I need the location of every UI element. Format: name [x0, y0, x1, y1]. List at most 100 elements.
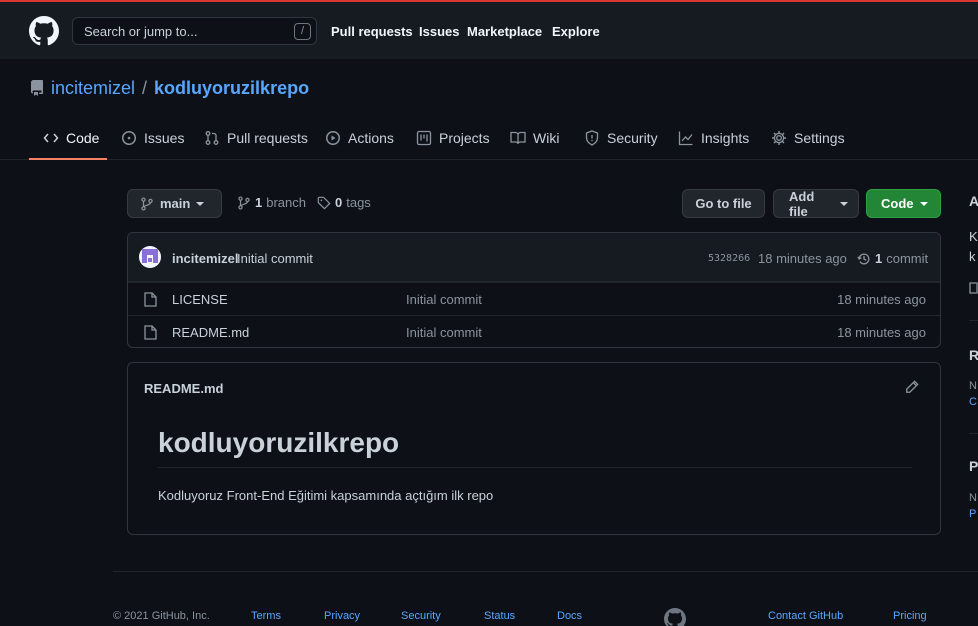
tab-label: Pull requests [227, 130, 308, 146]
tab-actions[interactable]: Actions [325, 118, 394, 160]
sidebar-about-heading: A [969, 193, 978, 209]
tab-label: Issues [144, 130, 185, 146]
tag-count-link[interactable]: 0 tags [317, 195, 371, 210]
issue-icon [122, 131, 136, 145]
branch-count-link[interactable]: 1 branch [237, 195, 306, 210]
nav-pull-requests[interactable]: Pull requests [331, 24, 413, 39]
sidebar-about-line: k [969, 249, 976, 264]
project-icon [416, 130, 432, 146]
sidebar-divider [969, 433, 978, 434]
tab-label: Settings [794, 130, 845, 146]
add-file-label: Add file [789, 188, 815, 219]
commit-message[interactable]: Initial commit [237, 251, 313, 266]
tab-pull-requests[interactable]: Pull requests [204, 118, 308, 160]
tab-label: Wiki [533, 130, 560, 146]
history-icon [857, 253, 870, 264]
code-button[interactable]: Code [866, 189, 941, 218]
file-commit-message[interactable]: Initial commit [406, 292, 482, 307]
commit-sha[interactable]: 5328266 [708, 253, 750, 264]
graph-icon [678, 131, 693, 146]
nav-explore[interactable]: Explore [552, 24, 600, 39]
repo-name-link[interactable]: kodluyoruzilkrepo [154, 78, 309, 99]
tab-label: Insights [701, 130, 750, 146]
tab-insights[interactable]: Insights [678, 118, 749, 160]
code-icon [43, 133, 59, 143]
footer-link-terms[interactable]: Terms [251, 610, 281, 622]
file-icon [144, 325, 157, 340]
pull-request-icon [205, 131, 219, 145]
branch-word: branch [266, 195, 306, 210]
go-to-file-button[interactable]: Go to file [682, 189, 765, 218]
slash-shortcut-key: / [294, 23, 311, 40]
search-input[interactable]: Search or jump to... / [72, 17, 317, 45]
readme-paragraph: Kodluyoruz Front-End Eğitimi kapsamında … [158, 488, 494, 503]
table-row: LICENSE Initial commit 18 minutes ago [128, 282, 940, 315]
go-to-file-label: Go to file [695, 196, 752, 211]
footer-link-contact[interactable]: Contact GitHub [768, 610, 843, 622]
github-footer-logo-icon[interactable] [664, 608, 686, 626]
pencil-icon[interactable] [905, 380, 919, 394]
branch-icon [141, 196, 153, 211]
sidebar-packages-heading[interactable]: P [969, 458, 978, 474]
commit-author[interactable]: incitemizel [172, 251, 238, 266]
repo-icon [29, 80, 45, 96]
breadcrumb-separator: / [142, 77, 148, 98]
tab-label: Actions [348, 130, 394, 146]
tab-label: Code [66, 130, 100, 146]
repo-tab-bar: Code Issues Pull requests Actions Projec… [0, 118, 978, 160]
tag-icon [317, 196, 331, 210]
add-file-button[interactable]: Add file [773, 188, 859, 219]
global-header: Search or jump to... / Pull requests Iss… [0, 2, 978, 59]
nav-marketplace[interactable]: Marketplace [467, 24, 542, 39]
footer-copyright: © 2021 GitHub, Inc. [113, 610, 210, 622]
branch-icon [238, 195, 250, 210]
file-time: 18 minutes ago [837, 292, 926, 307]
branch-name: main [160, 196, 191, 211]
github-logo-icon[interactable] [29, 16, 59, 46]
tab-label: Projects [439, 130, 490, 146]
chevron-down-icon [840, 201, 848, 206]
file-time: 18 minutes ago [837, 325, 926, 340]
book-icon [969, 282, 978, 294]
sidebar-releases-note: N [969, 380, 977, 392]
readme-filename-link[interactable]: README.md [144, 381, 223, 396]
footer-link-privacy[interactable]: Privacy [324, 610, 360, 622]
readme-heading: kodluyoruzilkrepo [158, 427, 912, 468]
commit-time: 18 minutes ago [758, 251, 847, 266]
footer-link-status[interactable]: Status [484, 610, 515, 622]
tab-security[interactable]: Security [584, 118, 658, 160]
tab-issues[interactable]: Issues [121, 118, 184, 160]
tag-count: 0 [335, 195, 343, 210]
file-name-link[interactable]: README.md [172, 325, 249, 340]
nav-issues[interactable]: Issues [419, 24, 459, 39]
tab-projects[interactable]: Projects [416, 118, 490, 160]
branch-count: 1 [255, 195, 263, 210]
footer-link-security[interactable]: Security [401, 610, 441, 622]
file-commit-message[interactable]: Initial commit [406, 325, 482, 340]
tab-wiki[interactable]: Wiki [510, 118, 559, 160]
sidebar-packages-link[interactable]: P [969, 508, 976, 520]
sidebar-releases-heading[interactable]: R [969, 347, 978, 363]
avatar[interactable] [139, 246, 161, 268]
sidebar-divider [969, 320, 978, 321]
sidebar-packages-note: N [969, 492, 977, 504]
commit-history-link[interactable]: 1 commit [857, 251, 928, 266]
sidebar-releases-link[interactable]: C [969, 396, 977, 408]
tab-code[interactable]: Code [29, 118, 107, 160]
search-placeholder: Search or jump to... [84, 24, 198, 39]
readme-box: README.md kodluyoruzilkrepo Kodluyoruz F… [127, 362, 941, 535]
footer-link-pricing[interactable]: Pricing [893, 610, 927, 622]
breadcrumb: incitemizel / kodluyoruzilkrepo [29, 77, 309, 99]
file-name-link[interactable]: LICENSE [172, 292, 228, 307]
repo-owner-link[interactable]: incitemizel [51, 78, 135, 99]
footer-divider [113, 571, 978, 572]
tag-word: tags [346, 195, 371, 210]
play-icon [326, 131, 340, 145]
commit-count: 1 [875, 251, 883, 266]
footer-link-docs[interactable]: Docs [557, 610, 582, 622]
branch-select-button[interactable]: main [127, 189, 222, 218]
tab-settings[interactable]: Settings [771, 118, 845, 160]
file-icon [144, 292, 157, 307]
latest-commit-row: incitemizel Initial commit 5328266 18 mi… [128, 233, 940, 282]
table-row: README.md Initial commit 18 minutes ago [128, 315, 940, 347]
